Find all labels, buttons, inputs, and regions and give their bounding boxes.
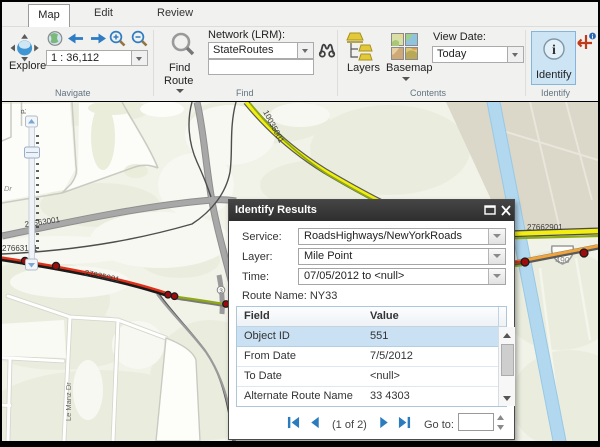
svg-text:27662901: 27662901 — [527, 223, 563, 232]
svg-text:490: 490 — [555, 255, 569, 265]
svg-text:i: i — [552, 43, 556, 58]
svg-text:Dr: Dr — [4, 184, 12, 193]
svg-text:P.: P. — [21, 108, 28, 114]
svg-text:3: 3 — [219, 288, 223, 295]
svg-text:Le Manz Dr: Le Manz Dr — [64, 382, 73, 421]
